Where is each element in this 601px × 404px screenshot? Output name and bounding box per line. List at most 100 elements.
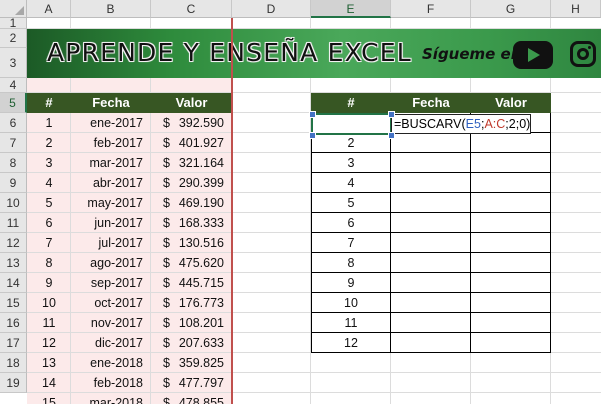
row-header-10[interactable]: 10	[0, 193, 27, 213]
table-row-valor: $392.590	[151, 113, 232, 133]
lookup-row-fecha[interactable]	[391, 133, 471, 153]
currency-symbol: $	[163, 316, 170, 330]
column-header-e[interactable]: E	[311, 0, 391, 18]
table-row-fecha: abr-2017	[92, 176, 143, 190]
currency-symbol: $	[163, 116, 170, 130]
lookup-row-valor[interactable]	[471, 153, 551, 173]
spreadsheet-grid[interactable]: APRENDE Y ENSEÑA EXCEL Sígueme en ABCDEF…	[0, 0, 601, 404]
lookup-row-fecha[interactable]	[391, 253, 471, 273]
valor-amount: 176.773	[178, 296, 224, 310]
currency-symbol: $	[163, 156, 170, 170]
lookup-row-valor[interactable]	[471, 293, 551, 313]
valor-amount: 445.715	[178, 276, 224, 290]
formula-ref-e5: E5	[465, 117, 481, 131]
currency-symbol: $	[163, 236, 170, 250]
row-header-11[interactable]: 11	[0, 213, 27, 233]
lookup-row-valor[interactable]	[471, 213, 551, 233]
range-handle[interactable]	[309, 132, 316, 139]
currency-symbol: $	[163, 176, 170, 190]
lookup-row-fecha[interactable]	[391, 213, 471, 233]
row-header-19[interactable]: 19	[0, 373, 27, 393]
right-table-header: Valor	[471, 93, 551, 113]
table-row-valor: $475.620	[151, 253, 232, 273]
table-row-fecha: ene-2018	[90, 356, 143, 370]
lookup-row-valor[interactable]	[471, 173, 551, 193]
table-row-number: 12	[42, 336, 56, 350]
left-table-header: #	[27, 93, 71, 113]
column-header-f[interactable]: F	[391, 0, 471, 18]
row-header-6[interactable]: 6	[0, 113, 27, 133]
table-row-fecha: may-2017	[87, 196, 143, 210]
row-header-14[interactable]: 14	[0, 273, 27, 293]
currency-symbol: $	[163, 216, 170, 230]
valor-amount: 321.164	[178, 156, 224, 170]
lookup-row-fecha[interactable]	[391, 273, 471, 293]
valor-amount: 392.590	[178, 116, 224, 130]
lookup-row-fecha[interactable]	[391, 313, 471, 333]
table-row-fecha: feb-2017	[93, 136, 143, 150]
lookup-row-valor[interactable]	[471, 193, 551, 213]
formula-suffix: ;2;0)	[505, 117, 531, 131]
table-row-fecha: mar-2018	[89, 396, 144, 404]
table-row-fecha: jun-2017	[94, 216, 143, 230]
lookup-row-valor[interactable]	[471, 233, 551, 253]
table-row-number: 11	[42, 316, 56, 330]
row-header-13[interactable]: 13	[0, 253, 27, 273]
range-handle[interactable]	[309, 111, 316, 118]
row-header-12[interactable]: 12	[0, 233, 27, 253]
column-header-d[interactable]: D	[232, 0, 311, 18]
table-row-fecha: dic-2017	[95, 336, 143, 350]
row-header-7[interactable]: 7	[0, 133, 27, 153]
column-header-c[interactable]: C	[151, 0, 232, 18]
row-header-17[interactable]: 17	[0, 333, 27, 353]
lookup-row-valor[interactable]	[471, 273, 551, 293]
lookup-row-valor[interactable]	[471, 133, 551, 153]
lookup-row-fecha[interactable]	[391, 173, 471, 193]
column-header-g[interactable]: G	[471, 0, 551, 18]
table-row-valor: $401.927	[151, 133, 232, 153]
table-row-number: 14	[42, 376, 56, 390]
lookup-row-fecha[interactable]	[391, 193, 471, 213]
row-header-18[interactable]: 18	[0, 353, 27, 373]
row-header-1[interactable]: 1	[0, 17, 27, 29]
formula-edit-cell[interactable]: =BUSCARV(E5;A:C;2;0)	[391, 114, 531, 134]
currency-symbol: $	[163, 296, 170, 310]
lookup-row-number: 7	[311, 233, 391, 253]
column-header-a[interactable]: A	[27, 0, 71, 18]
lookup-row-number: 5	[311, 193, 391, 213]
valor-amount: 207.633	[178, 336, 224, 350]
lookup-row-fecha[interactable]	[391, 153, 471, 173]
column-header-b[interactable]: B	[71, 0, 151, 18]
table-row-valor: $168.333	[151, 213, 232, 233]
column-header-h[interactable]: H	[551, 0, 601, 18]
table-row-number: 5	[45, 196, 53, 210]
formula-prefix: =BUSCARV(	[394, 117, 466, 131]
range-handle[interactable]	[388, 132, 395, 139]
table-row-fecha: feb-2018	[93, 376, 143, 390]
range-handle[interactable]	[388, 111, 395, 118]
valor-amount: 478.855	[178, 396, 224, 404]
table-row-fecha: oct-2017	[94, 296, 143, 310]
follow-text: Sígueme en	[422, 45, 522, 63]
lookup-row-valor[interactable]	[471, 333, 551, 353]
instagram-icon[interactable]	[570, 41, 596, 67]
row-header-3[interactable]: 3	[0, 48, 27, 78]
row-header-2[interactable]: 2	[0, 29, 27, 48]
right-table-header: Fecha	[391, 93, 471, 113]
row-header-16[interactable]: 16	[0, 313, 27, 333]
banner-title: APRENDE Y ENSEÑA EXCEL	[47, 38, 412, 67]
row-header-8[interactable]: 8	[0, 153, 27, 173]
row-header-5[interactable]: 5	[0, 93, 27, 113]
lookup-row-valor[interactable]	[471, 313, 551, 333]
row-header-4[interactable]: 4	[0, 78, 27, 93]
lookup-row-fecha[interactable]	[391, 293, 471, 313]
youtube-icon[interactable]	[513, 41, 553, 69]
table-row-fecha: ene-2017	[90, 116, 143, 130]
lookup-row-valor[interactable]	[471, 253, 551, 273]
lookup-row-fecha[interactable]	[391, 333, 471, 353]
table-row-valor: $108.201	[151, 313, 232, 333]
row-header-9[interactable]: 9	[0, 173, 27, 193]
row-header-15[interactable]: 15	[0, 293, 27, 313]
active-cell-e5[interactable]	[311, 113, 392, 135]
lookup-row-fecha[interactable]	[391, 233, 471, 253]
